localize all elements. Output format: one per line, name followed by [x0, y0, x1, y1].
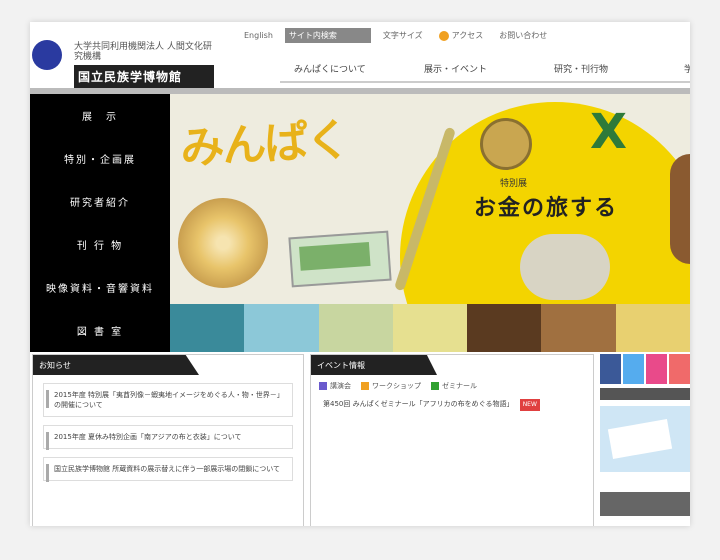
banner-card-image	[288, 230, 392, 288]
banner-subtitle: 特別展	[500, 179, 528, 189]
sidebar-footer-bar	[600, 492, 690, 516]
access-dot-icon	[438, 30, 449, 41]
leftnav-item-exhibits[interactable]: 展 示	[30, 94, 170, 137]
browser-viewport: 大学共同利用機関法人 人間文化研究機構 国立民族学博物館 English サイト…	[30, 22, 690, 526]
leftnav-item-library[interactable]: 図 書 室	[30, 309, 170, 352]
gnav-item-exhibitions[interactable]: 展示・イベント	[410, 58, 540, 83]
legend-item: 講演会	[319, 381, 351, 391]
legend-label: 講演会	[330, 382, 351, 390]
legend-item: ワークショップ	[361, 381, 421, 391]
events-tab[interactable]: イベント情報	[311, 355, 437, 375]
contact-link[interactable]: お問い合わせ	[495, 28, 551, 43]
thumbnail-strip	[170, 304, 690, 352]
left-nav: 展 示 特別・企画展 研究者紹介 刊 行 物 映像資料・音響資料 図 書 室	[30, 94, 170, 352]
logo-subtitle: 大学共同利用機関法人 人間文化研究機構	[74, 42, 212, 62]
news-item-text: 2015年度 特別展「夷酋列像－蝦夷地イメージをめぐる人・物・世界－」の開催につ…	[54, 391, 284, 409]
logo-title: 国立民族学博物館	[74, 65, 214, 88]
events-legend: 講演会 ワークショップ ゼミナール	[319, 381, 585, 391]
new-badge: NEW	[519, 399, 540, 411]
events-panel: イベント情報 講演会 ワークショップ ゼミナール 第450回 みんぱくゼミナール…	[310, 354, 594, 526]
access-link[interactable]: アクセス	[435, 28, 488, 43]
site-header: 大学共同利用機関法人 人間文化研究機構 国立民族学博物館 English サイト…	[30, 22, 690, 90]
banner-artifact-image	[670, 154, 690, 264]
youtube-icon[interactable]	[669, 354, 690, 384]
legend-label: ゼミナール	[442, 382, 477, 390]
news-item[interactable]: 2015年度 夏休み特別企画「南アジアの布と衣装」について	[43, 425, 293, 450]
leftnav-item-media[interactable]: 映像資料・音響資料	[30, 266, 170, 309]
legend-swatch-icon	[319, 382, 327, 390]
twitter-icon[interactable]	[623, 354, 644, 384]
site-search-input[interactable]: サイト内検索	[284, 28, 371, 43]
gnav-item-research[interactable]: 研究・刊行物	[540, 58, 670, 83]
thumbnail-item[interactable]	[467, 304, 542, 352]
legend-label: ワークショップ	[372, 382, 421, 390]
news-item[interactable]: 国立民族学博物館 所蔵資料の展示替えに伴う一部展示場の閉鎖について	[43, 457, 293, 482]
gnav-item-collections[interactable]: 学術資料	[670, 58, 690, 83]
thumbnail-item[interactable]	[541, 304, 616, 352]
logo-emblem-icon[interactable]	[32, 40, 62, 70]
thumbnail-item[interactable]	[615, 304, 690, 352]
banner-title: みんぱく	[179, 114, 350, 175]
thumbnail-item[interactable]	[392, 304, 468, 352]
news-item-text: 2015年度 夏休み特別企画「南アジアの布と衣装」について	[54, 433, 242, 441]
gnav-item-about[interactable]: みんぱくについて	[280, 58, 410, 83]
thumbnail-item[interactable]	[318, 304, 393, 352]
thumbnail-item[interactable]	[170, 304, 245, 352]
legend-swatch-icon	[431, 382, 439, 390]
news-tab[interactable]: お知らせ	[33, 355, 199, 375]
social-links	[600, 354, 690, 384]
banner-x-mark: X	[590, 104, 628, 160]
sidebar-header	[600, 388, 690, 400]
legend-swatch-icon	[361, 382, 369, 390]
font-size-control[interactable]: 文字サイズ	[379, 28, 427, 43]
sidebar-banner[interactable]	[600, 406, 690, 472]
leftnav-item-researchers[interactable]: 研究者紹介	[30, 180, 170, 223]
banner-bowl-image	[178, 198, 268, 288]
leftnav-item-publications[interactable]: 刊 行 物	[30, 223, 170, 266]
banner-headline: お金の旅する	[474, 196, 619, 221]
thumbnail-item[interactable]	[244, 304, 319, 352]
instagram-icon[interactable]	[646, 354, 667, 384]
news-item-text: 国立民族学博物館 所蔵資料の展示替えに伴う一部展示場の閉鎖について	[54, 465, 281, 473]
global-nav: みんぱくについて 展示・イベント 研究・刊行物 学術資料	[280, 58, 690, 83]
utility-english-link[interactable]: English	[240, 29, 277, 42]
access-label: アクセス	[451, 31, 484, 40]
site-logo[interactable]: 大学共同利用機関法人 人間文化研究機構 国立民族学博物館	[74, 42, 214, 88]
facebook-icon[interactable]	[600, 354, 621, 384]
utility-nav: English サイト内検索 文字サイズ アクセス お問い合わせ	[240, 28, 551, 43]
banner-dish-image	[520, 234, 610, 300]
news-panel: お知らせ 2015年度 特別展「夷酋列像－蝦夷地イメージをめぐる人・物・世界－」…	[32, 354, 304, 526]
event-item[interactable]: 第450回 みんぱくゼミナール「アフリカの布をめぐる物語」 NEW	[323, 399, 581, 411]
news-item[interactable]: 2015年度 特別展「夷酋列像－蝦夷地イメージをめぐる人・物・世界－」の開催につ…	[43, 383, 293, 417]
event-item-text: 第450回 みんぱくゼミナール「アフリカの布をめぐる物語」	[323, 400, 514, 408]
hero-banner[interactable]: みんぱく X 特別展 お金の旅する	[170, 94, 690, 304]
leftnav-item-special[interactable]: 特別・企画展	[30, 137, 170, 180]
banner-coin-image	[480, 118, 532, 170]
legend-item: ゼミナール	[431, 381, 477, 391]
